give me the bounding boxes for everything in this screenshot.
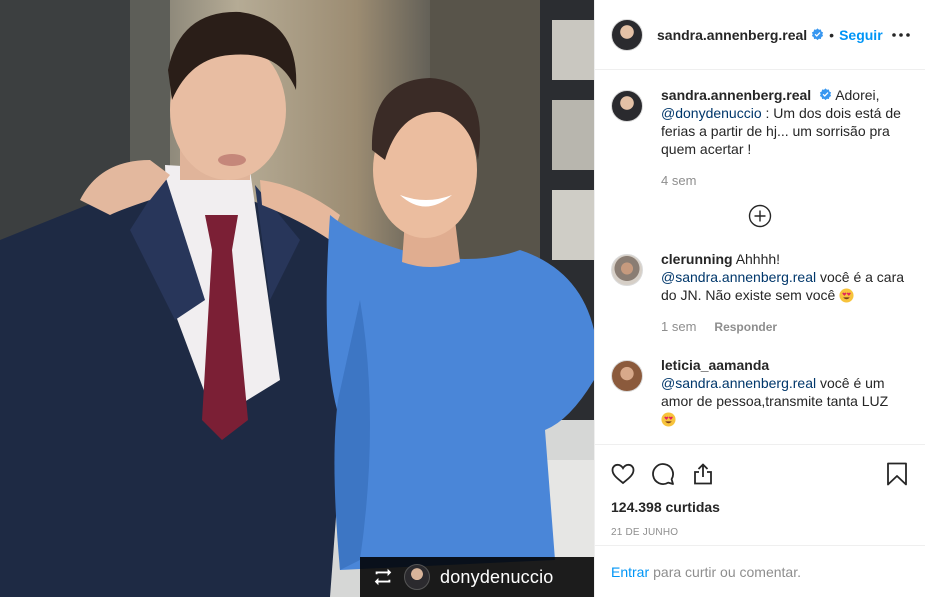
more-options-icon (892, 32, 910, 37)
load-more-comments-button[interactable] (611, 204, 909, 230)
comment-body: leticia_aamanda @sandra.annenberg.real v… (661, 356, 909, 428)
caption-timestamp[interactable]: 4 sem (661, 172, 696, 190)
heart-eyes-emoji-icon (661, 412, 676, 427)
instagram-post: donydenuccio sandra.annenberg.real • Seg… (0, 0, 925, 597)
like-button[interactable] (611, 462, 635, 486)
post-side-panel: sandra.annenberg.real • Seguir sandra.an… (594, 0, 925, 597)
more-options-button[interactable] (891, 25, 911, 45)
bookmark-icon (887, 462, 907, 486)
post-header: sandra.annenberg.real • Seguir (595, 0, 925, 70)
comment-avatar[interactable] (611, 360, 643, 392)
share-icon (694, 463, 712, 485)
author-username[interactable]: sandra.annenberg.real (657, 27, 807, 43)
login-prompt: Entrar para curtir ou comentar. (595, 545, 925, 597)
comment-username[interactable]: clerunning (661, 251, 733, 267)
verified-badge-icon (819, 88, 832, 101)
login-link[interactable]: Entrar (611, 564, 649, 580)
heart-icon (611, 463, 635, 485)
reply-button[interactable]: Responder (714, 318, 777, 336)
like-count[interactable]: 124.398 curtidas (611, 499, 909, 515)
share-button[interactable] (691, 462, 715, 486)
repost-avatar (404, 564, 430, 590)
post-actions-section: 124.398 curtidas 21 DE JUNHO (595, 444, 925, 545)
caption-body: sandra.annenberg.real Adorei, @donydenuc… (661, 86, 909, 190)
photo-scene (0, 0, 594, 597)
verified-badge-icon (812, 28, 824, 41)
comment-avatar[interactable] (611, 254, 643, 286)
login-prompt-text: para curtir ou comentar. (653, 563, 801, 580)
comment-body: clerunning Ahhhh! @sandra.annenberg.real… (661, 250, 909, 336)
author-avatar[interactable] (611, 18, 643, 51)
comment-username[interactable]: leticia_aamanda (661, 357, 769, 373)
post-photo[interactable]: donydenuccio (0, 0, 594, 597)
repost-credit-username: donydenuccio (440, 566, 554, 587)
comment-timestamp[interactable]: 1 sem (661, 318, 696, 336)
repost-credit-badge[interactable]: donydenuccio (360, 557, 594, 597)
comment-text-start: Ahhhh! (735, 251, 781, 267)
caption-text-start: Adorei, (835, 87, 880, 103)
comments-list[interactable]: sandra.annenberg.real Adorei, @donydenuc… (595, 70, 925, 444)
comment-icon (652, 463, 674, 485)
header-separator: • (829, 26, 835, 43)
post-date[interactable]: 21 DE JUNHO (611, 527, 909, 538)
comment-item: clerunning Ahhhh! @sandra.annenberg.real… (611, 250, 909, 336)
save-button[interactable] (885, 462, 909, 486)
comment-mention-link[interactable]: @sandra.annenberg.real (661, 269, 816, 285)
caption-mention-link[interactable]: @donydenuccio (661, 105, 762, 121)
action-bar (611, 451, 909, 497)
comment-mention-link[interactable]: @sandra.annenberg.real (661, 375, 816, 391)
caption-meta: 4 sem (661, 172, 909, 190)
heart-eyes-emoji-icon (839, 288, 854, 303)
comment-item: leticia_aamanda @sandra.annenberg.real v… (611, 356, 909, 428)
comment-meta: 1 sem Responder (661, 318, 909, 336)
caption: sandra.annenberg.real Adorei, @donydenuc… (611, 86, 909, 190)
repost-icon (374, 568, 392, 586)
add-comment-icon (748, 204, 772, 228)
caption-username[interactable]: sandra.annenberg.real (661, 87, 811, 103)
comment-button[interactable] (651, 462, 675, 486)
follow-button[interactable]: Seguir (839, 27, 883, 43)
caption-author-avatar[interactable] (611, 90, 643, 122)
